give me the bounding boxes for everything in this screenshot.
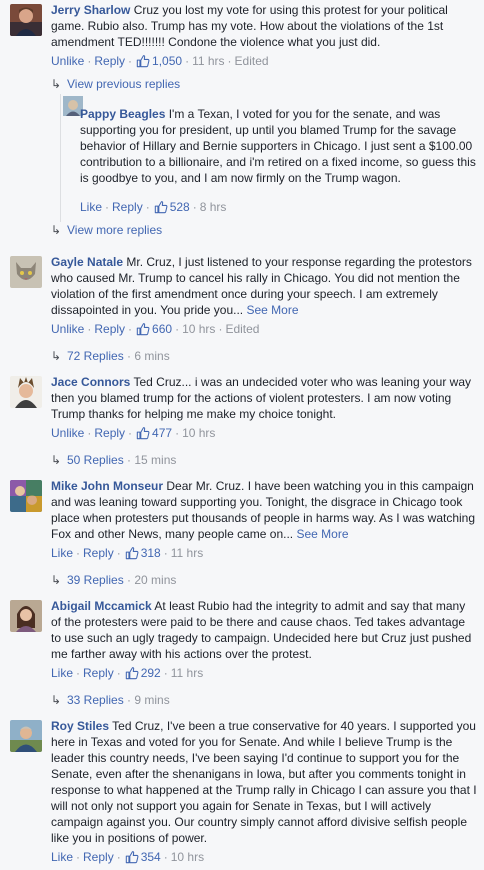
comment-item: Mike John Monseur Dear Mr. Cruz. I have … [8, 478, 478, 568]
profile-photo-icon [10, 720, 42, 752]
reply-arrow-icon: ↳ [51, 453, 62, 467]
thumbs-up-icon [125, 666, 139, 680]
profile-photo-icon [10, 4, 42, 36]
comment-actions: Like · Reply · 318 · 11 hrs [51, 546, 204, 560]
reply-button[interactable]: Reply [94, 322, 125, 336]
like-count[interactable]: 477 [152, 426, 172, 440]
comment-author[interactable]: Roy Stiles [51, 719, 109, 733]
comment-author[interactable]: Abigail Mccamick [51, 599, 152, 613]
reply-button[interactable]: Reply [94, 426, 125, 440]
avatar[interactable] [10, 4, 42, 36]
reply-arrow-icon: ↳ [51, 573, 62, 587]
reply-actions: Like · Reply · 528 · 8 hrs [80, 200, 227, 214]
reply-thread: Pappy Beagles I'm a Texan, I voted for y… [60, 94, 478, 222]
timestamp[interactable]: 11 hrs [171, 546, 203, 560]
like-count[interactable]: 528 [170, 200, 190, 214]
like-button[interactable]: Like [51, 546, 73, 560]
unlike-button[interactable]: Unlike [51, 426, 84, 440]
like-button[interactable]: Like [51, 850, 73, 864]
comment-author[interactable]: Jerry Sharlow [51, 3, 130, 17]
comment-actions: Like · Reply · 292 · 11 hrs [51, 666, 204, 680]
avatar[interactable] [10, 720, 42, 752]
comment-author[interactable]: Mike John Monseur [51, 479, 163, 493]
avatar[interactable] [10, 480, 42, 512]
comment-actions: Like · Reply · 354 · 10 hrs [51, 850, 205, 864]
thumbs-up-icon [125, 546, 139, 560]
profile-photo-icon [10, 256, 42, 288]
comment-feed: Jerry Sharlow Cruz you lost my vote for … [0, 0, 484, 870]
unlike-button[interactable]: Unlike [51, 54, 84, 68]
comment-item: Abigail Mccamick At least Rubio had the … [8, 598, 478, 688]
replies-link[interactable]: ↳ 50 Replies · 15 mins [51, 451, 176, 469]
timestamp[interactable]: 10 hrs [182, 322, 215, 336]
like-count[interactable]: 354 [141, 850, 161, 864]
like-count[interactable]: 292 [141, 666, 161, 680]
thumbs-up-icon [125, 850, 139, 864]
reply-button[interactable]: Reply [83, 666, 114, 680]
unlike-button[interactable]: Unlike [51, 322, 84, 336]
replies-link[interactable]: ↳ 72 Replies · 6 mins [51, 347, 170, 365]
thumbs-up-icon [136, 54, 150, 68]
comment-item: Jace Connors Ted Cruz... i was an undeci… [8, 374, 478, 458]
replies-link[interactable]: ↳ 39 Replies · 20 mins [51, 571, 176, 589]
timestamp[interactable]: 10 hrs [182, 426, 215, 440]
reply-arrow-icon: ↳ [51, 77, 62, 91]
comment-item: Jerry Sharlow Cruz you lost my vote for … [8, 2, 478, 86]
like-count[interactable]: 1,050 [152, 54, 182, 68]
view-more-replies[interactable]: ↳ View more replies [51, 221, 162, 239]
profile-photo-icon [10, 480, 42, 512]
comment-item: Roy Stiles Ted Cruz, I've been a true co… [8, 718, 478, 868]
like-button[interactable]: Like [80, 200, 102, 214]
like-button[interactable]: Like [51, 666, 73, 680]
reply-button[interactable]: Reply [94, 54, 125, 68]
see-more-link[interactable]: See More [246, 303, 298, 317]
avatar[interactable] [10, 256, 42, 288]
reply-button[interactable]: Reply [83, 546, 114, 560]
like-count[interactable]: 318 [141, 546, 161, 560]
reply-arrow-icon: ↳ [51, 693, 62, 707]
comment-actions: Unlike · Reply · 660 · 10 hrs · Edited [51, 322, 260, 336]
see-more-link[interactable]: See More [296, 527, 348, 541]
thumbs-up-icon [136, 426, 150, 440]
comment-author[interactable]: Jace Connors [51, 375, 130, 389]
profile-photo-icon [10, 376, 42, 408]
comment-actions: Unlike · Reply · 1,050 · 11 hrs · Edited [51, 54, 269, 68]
comment-author[interactable]: Gayle Natale [51, 255, 123, 269]
reply-arrow-icon: ↳ [51, 223, 62, 237]
avatar[interactable] [10, 376, 42, 408]
edited-label[interactable]: Edited [235, 54, 269, 68]
comment-text: Ted Cruz, I've been a true conservative … [51, 719, 477, 845]
reply-button[interactable]: Reply [83, 850, 114, 864]
timestamp[interactable]: 10 hrs [171, 850, 204, 864]
profile-photo-icon [10, 600, 42, 632]
timestamp[interactable]: 11 hrs [192, 54, 224, 68]
thumbs-up-icon [136, 322, 150, 336]
edited-label[interactable]: Edited [225, 322, 259, 336]
replies-link[interactable]: ↳ 33 Replies · 9 mins [51, 691, 170, 709]
avatar[interactable] [10, 600, 42, 632]
reply-button[interactable]: Reply [112, 200, 143, 214]
thumbs-up-icon [154, 200, 168, 214]
reply-arrow-icon: ↳ [51, 349, 62, 363]
timestamp[interactable]: 11 hrs [171, 666, 203, 680]
like-count[interactable]: 660 [152, 322, 172, 336]
reply-author[interactable]: Pappy Beagles [80, 107, 165, 121]
timestamp[interactable]: 8 hrs [200, 200, 227, 214]
view-previous-replies[interactable]: ↳ View previous replies [51, 75, 180, 93]
comment-actions: Unlike · Reply · 477 · 10 hrs [51, 426, 216, 440]
